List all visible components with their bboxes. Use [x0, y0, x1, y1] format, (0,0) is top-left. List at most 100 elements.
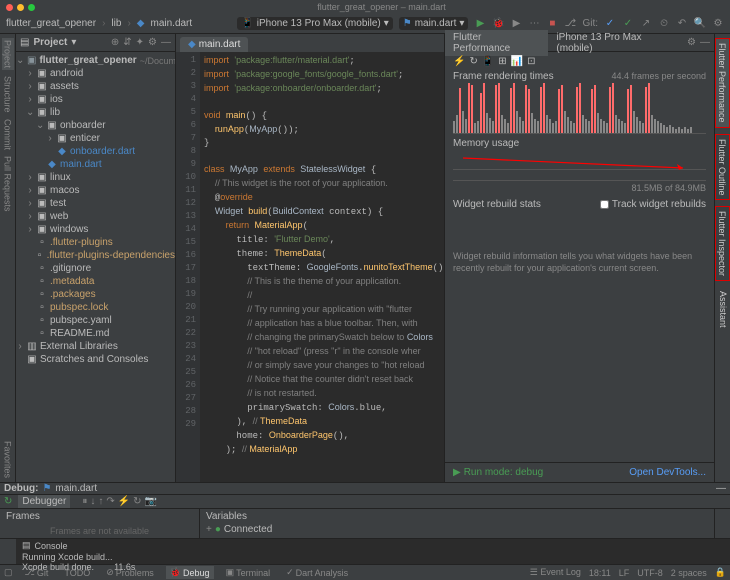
perf-toolbar-icon[interactable]: ⚡ — [453, 56, 465, 67]
run-config-selector[interactable]: ⚑ main.dart ▾ — [399, 17, 469, 30]
stop-button[interactable]: ■ — [546, 18, 558, 30]
readonly-icon[interactable]: 🔒 — [715, 567, 726, 578]
perf-toolbar-icon[interactable]: 📱 — [482, 56, 494, 67]
git-rollback-icon[interactable]: ↶ — [676, 18, 688, 30]
rerun-button[interactable]: ↻ — [4, 496, 12, 507]
zoom-dot[interactable] — [28, 4, 35, 11]
collapse-icon[interactable]: ⇵ — [123, 37, 131, 48]
step-icon[interactable]: ⏸ — [82, 496, 87, 507]
debug-panel: Debug: ⚑ main.dart — ↻ Debugger ⏸ ↓ ↑ ↷ … — [0, 482, 730, 538]
editor-tab[interactable]: ◆ main.dart — [180, 37, 248, 52]
git-history-icon[interactable]: ⏲ — [658, 18, 670, 30]
settings-icon[interactable]: ⚙ — [148, 37, 157, 48]
tree-item[interactable]: ⌄▣onboarder — [16, 119, 175, 132]
tree-item[interactable]: ›▣enticer — [16, 132, 175, 145]
variable-row[interactable]: + ● Connected — [206, 524, 708, 535]
caret-position[interactable]: 18:11 — [589, 568, 611, 578]
hide-icon[interactable]: — — [161, 37, 171, 48]
debug-button[interactable]: 🐞 — [492, 18, 504, 30]
breadcrumb-file[interactable]: main.dart — [150, 18, 192, 29]
dart-file-icon: ◆ — [137, 18, 145, 29]
perf-toolbar-icon[interactable]: ↻ — [469, 56, 477, 67]
favorites-tool-tab[interactable]: Favorites — [3, 441, 13, 478]
device-selector[interactable]: 📱 iPhone 13 Pro Max (mobile) ▾ — [237, 17, 392, 30]
console-title[interactable]: Console — [35, 541, 68, 551]
tree-item[interactable]: ›▣web — [16, 210, 175, 223]
tree-item[interactable]: ▫.packages — [16, 288, 175, 301]
perf-toolbar-icon[interactable]: ⊞ — [498, 56, 506, 67]
breadcrumb-project[interactable]: flutter_great_opener — [6, 18, 96, 29]
settings-icon[interactable]: ⚙ — [712, 18, 724, 30]
expand-icon[interactable]: ✦ — [136, 37, 144, 48]
structure-tool-tab[interactable]: Structure — [3, 76, 13, 113]
tree-item[interactable]: ›▣assets — [16, 80, 175, 93]
tree-item[interactable]: ›▣test — [16, 197, 175, 210]
step-icon[interactable]: ↻ — [133, 496, 141, 507]
assistant-tab[interactable]: Assistant — [715, 287, 730, 332]
tree-item[interactable]: ▫.flutter-plugins — [16, 236, 175, 249]
git-push-icon[interactable]: ↗ — [640, 18, 652, 30]
tree-item[interactable]: ▫README.md — [16, 327, 175, 340]
expand-icon[interactable]: + — [206, 524, 212, 535]
breadcrumb-folder[interactable]: lib — [111, 18, 121, 29]
line-separator[interactable]: LF — [619, 568, 630, 578]
open-devtools-link[interactable]: Open DevTools... — [629, 467, 706, 478]
track-rebuilds-checkbox[interactable]: Track widget rebuilds — [600, 199, 706, 210]
todo-tool-button[interactable]: TODO — [60, 567, 94, 579]
project-tool-tab[interactable]: Project — [2, 38, 14, 70]
settings-icon[interactable]: ⚙ — [687, 37, 696, 48]
close-dot[interactable] — [6, 4, 13, 11]
code-area[interactable]: import 'package:flutter/material.dart'; … — [200, 52, 444, 482]
flutter-outline-tab[interactable]: Flutter Outline — [715, 134, 730, 201]
select-file-icon[interactable]: ⊕ — [111, 37, 119, 48]
step-icon[interactable]: ⚡ — [118, 496, 130, 507]
tree-item[interactable]: ›▣android — [16, 67, 175, 80]
tree-item[interactable]: ▫.gitignore — [16, 262, 175, 275]
git-tool-button[interactable]: ⎇ Git — [21, 566, 53, 579]
problems-tool-button[interactable]: ⊘ Problems — [102, 566, 158, 579]
dart-analysis-button[interactable]: ✓ Dart Analysis — [282, 566, 352, 579]
coverage-button[interactable]: ▶ — [510, 18, 522, 30]
flutter-inspector-tab[interactable]: Flutter Inspector — [715, 206, 730, 281]
indent[interactable]: 2 spaces — [671, 568, 707, 578]
line-gutter[interactable]: 1234567891011121314151617181920212223242… — [176, 52, 200, 482]
tree-item[interactable]: ◆onboarder.dart — [16, 145, 175, 158]
profile-button[interactable]: ⋯ — [528, 18, 540, 30]
tree-item[interactable]: ◆main.dart — [16, 158, 175, 171]
chevron-down-icon[interactable]: ▾ — [71, 37, 76, 48]
terminal-tool-button[interactable]: ▣ Terminal — [222, 566, 275, 579]
pull-requests-tool-tab[interactable]: Pull Requests — [3, 156, 13, 212]
git-update-icon[interactable]: ✓ — [604, 18, 616, 30]
tree-item[interactable]: ›▣macos — [16, 184, 175, 197]
tree-item[interactable]: ›▣linux — [16, 171, 175, 184]
run-button[interactable]: ▶ — [474, 18, 486, 30]
tree-item[interactable]: ▫pubspec.yaml — [16, 314, 175, 327]
tree-item[interactable]: ▫pubspec.lock — [16, 301, 175, 314]
step-icon[interactable]: ↑ — [98, 496, 103, 507]
perf-toolbar-icon[interactable]: ⊡ — [527, 56, 535, 67]
step-icon[interactable]: ↓ — [90, 496, 95, 507]
git-commit-icon[interactable]: ✓ — [622, 18, 634, 30]
hide-icon[interactable]: — — [716, 483, 726, 494]
tree-item[interactable]: ›▣windows — [16, 223, 175, 236]
hide-icon[interactable]: — — [700, 37, 710, 48]
debugger-tab[interactable]: Debugger — [18, 495, 70, 508]
flutter-performance-tab[interactable]: Flutter Performance — [715, 38, 730, 128]
debug-config: main.dart — [55, 483, 97, 494]
tree-item[interactable]: ▫.metadata — [16, 275, 175, 288]
tree-item[interactable]: ›▣ios — [16, 93, 175, 106]
encoding[interactable]: UTF-8 — [637, 568, 663, 578]
step-icon[interactable]: 📷 — [145, 496, 157, 507]
event-log-button[interactable]: ☰ Event Log — [530, 567, 581, 578]
git-branch-icon[interactable]: ⎇ — [564, 18, 576, 30]
project-tree[interactable]: ⌄▣flutter_great_opener ~/Documents/logro… — [16, 52, 175, 482]
tool-window-button[interactable]: ▢ — [4, 567, 13, 578]
step-icon[interactable]: ↷ — [106, 496, 114, 507]
tree-item[interactable]: ⌄▣lib — [16, 106, 175, 119]
commit-tool-tab[interactable]: Commit — [3, 119, 13, 150]
tree-item[interactable]: ▫.flutter-plugins-dependencies — [16, 249, 175, 262]
minimize-dot[interactable] — [17, 4, 24, 11]
perf-toolbar-icon[interactable]: 📊 — [511, 56, 523, 67]
search-icon[interactable]: 🔍 — [694, 18, 706, 30]
debug-tool-button[interactable]: 🐞 Debug — [166, 566, 214, 579]
